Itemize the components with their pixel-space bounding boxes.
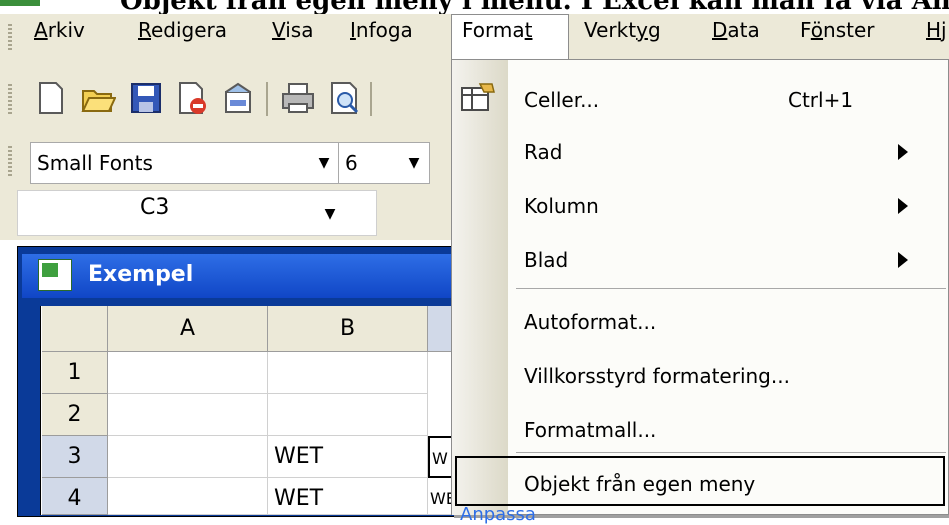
font-name-dropdown-icon[interactable]: ▼ — [312, 143, 336, 183]
save-icon[interactable] — [128, 80, 164, 116]
cell-b3[interactable]: WET — [268, 436, 428, 478]
email-icon[interactable] — [220, 80, 256, 116]
menu-arkiv[interactable]: Arkiv — [34, 18, 85, 42]
select-all-corner[interactable] — [42, 306, 108, 352]
menu-item-blad-label: Blad — [524, 248, 569, 272]
menu-verktyg[interactable]: Verktyg — [584, 18, 661, 42]
cell-b2[interactable] — [268, 394, 428, 436]
submenu-arrow-icon — [898, 144, 908, 160]
cell-b4[interactable]: WET — [268, 478, 428, 515]
print-preview-icon[interactable] — [326, 80, 362, 116]
menu-item-autoformat-label: Autoformat... — [524, 310, 657, 334]
workbook-title: Exempel — [88, 262, 194, 287]
column-header-b[interactable]: B — [268, 306, 428, 352]
submenu-arrow-icon — [898, 252, 908, 268]
row-header-4[interactable]: 4 — [42, 478, 108, 515]
submenu-arrow-icon — [898, 198, 908, 214]
menu-hjalp[interactable]: Hj — [926, 18, 947, 42]
menu-redigera[interactable]: Redigera — [138, 18, 227, 42]
font-name-value: Small Fonts — [37, 151, 153, 175]
font-size-value: 6 — [345, 151, 358, 175]
font-size-dropdown-icon[interactable]: ▼ — [402, 143, 426, 183]
caption-band: Objekt från egen meny i menu. I Excel ka… — [0, 0, 949, 14]
menu-data[interactable]: Data — [712, 18, 760, 42]
menu-item-celler-label: Celler... — [524, 88, 600, 112]
cell-a4[interactable] — [108, 478, 268, 515]
name-box-value: C3 — [140, 195, 170, 220]
excel-workbook-icon[interactable] — [38, 259, 72, 291]
row-header-1[interactable]: 1 — [42, 352, 108, 394]
toolbar-separator — [370, 82, 372, 116]
menu-item-objekt-label: Objekt från egen meny — [524, 472, 756, 496]
cell-b1[interactable] — [268, 352, 428, 394]
menu-format[interactable]: Format — [462, 18, 532, 42]
menu-item-formatmall-label: Formatmall... — [524, 418, 657, 442]
open-folder-icon[interactable] — [80, 80, 116, 116]
cell-a1[interactable] — [108, 352, 268, 394]
toolbar-grip[interactable] — [8, 84, 12, 114]
menubar-grip[interactable] — [8, 24, 12, 52]
row-header-3[interactable]: 3 — [42, 436, 108, 478]
name-box-dropdown-icon[interactable]: ▼ — [318, 194, 342, 234]
new-document-icon[interactable] — [32, 80, 68, 116]
font-name-box[interactable]: Small Fonts — [30, 142, 340, 184]
menu-item-rad-label: Rad — [524, 140, 563, 164]
format-toolbar-grip[interactable] — [8, 146, 12, 176]
caption-text: Objekt från egen meny i menu. I Excel ka… — [120, 0, 949, 14]
cell-a2[interactable] — [108, 394, 268, 436]
menu-fonster[interactable]: Fönster — [800, 18, 875, 42]
row-header-2[interactable]: 2 — [42, 394, 108, 436]
column-header-a[interactable]: A — [108, 306, 268, 352]
print-icon[interactable] — [280, 80, 316, 116]
menu-item-villkorsstyrd-label: Villkorsstyrd formatering... — [524, 364, 790, 388]
permission-icon[interactable] — [172, 80, 208, 116]
menu-item-kolumn-label: Kolumn — [524, 194, 599, 218]
menu-infoga[interactable]: Infoga — [350, 18, 413, 42]
cell-a3[interactable] — [108, 436, 268, 478]
caption-bar — [0, 0, 40, 6]
menu-item-celler-shortcut: Ctrl+1 — [788, 88, 854, 112]
menu-separator — [516, 288, 946, 289]
menu-visa[interactable]: Visa — [272, 18, 313, 42]
workbook-titlebar[interactable] — [22, 254, 452, 298]
toolbar-separator — [266, 82, 268, 116]
menu-separator — [516, 452, 946, 453]
